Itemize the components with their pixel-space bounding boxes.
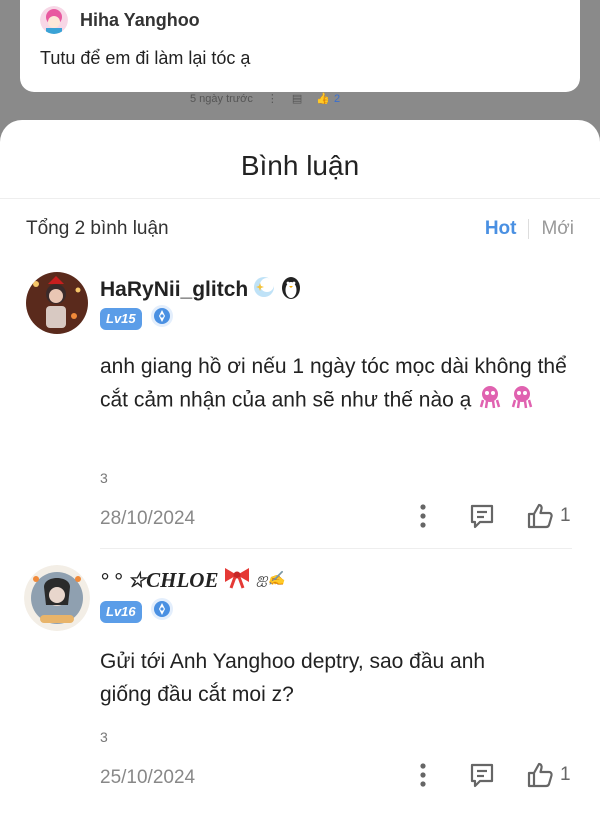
background-page: Hiha Yanghoo Tutu để em đi làm lại tóc ạ… [0,0,600,140]
comment-text: Gửi tới Anh Yanghoo deptry, sao đầu anh … [100,650,486,706]
comment-badges: Lv15 [100,304,174,333]
bow-icon [222,565,252,595]
comment-date: 25/10/2024 [100,767,196,788]
like-count: 1 [560,764,571,785]
level-badge: Lv15 [100,307,142,330]
name-suffix: ஐ✍ [256,572,286,587]
avatar[interactable] [40,6,68,34]
comment-total: Tổng 2 bình luận [26,218,169,239]
comment-count: 3 [100,470,108,486]
background-comment-card: Hiha Yanghoo Tutu để em đi làm lại tóc ạ [20,0,580,92]
background-time: 5 ngày trước [190,92,253,105]
thumbs-up-icon [527,762,553,788]
comment-text: anh giang hồ ơi nếu 1 ngày tóc mọc dài k… [100,350,580,419]
comment-username[interactable]: HaRyNii_glitch [100,274,302,306]
divider [0,198,600,199]
avatar[interactable] [26,272,88,334]
more-icon[interactable]: ⋮ [267,92,278,105]
thumbs-up-icon [527,503,553,529]
background-comment-text: Tutu để em đi làm lại tóc ạ [40,48,251,68]
penguin-icon [280,274,302,306]
octopus-emoji-icon [509,383,535,419]
username-text[interactable]: ° ° ☆CHLOE [100,568,218,593]
reply-icon[interactable] [468,502,496,530]
divider [528,219,530,239]
sort-tabs: Hot Mới [485,218,574,240]
comment-date: 28/10/2024 [100,508,196,529]
avatar[interactable] [24,565,90,631]
comments-sheet: Bình luận Tổng 2 bình luận Hot Mới HaRyN… [0,120,600,820]
background-like-count: 2 [334,92,341,105]
tab-new[interactable]: Mới [541,218,574,240]
divider [100,548,572,549]
like-button[interactable]: 1 [526,502,571,530]
background-author: Hiha Yanghoo [40,6,200,34]
background-author-name[interactable]: Hiha Yanghoo [80,10,200,31]
verified-icon [150,597,174,626]
sheet-title: Bình luận [240,150,360,181]
comment-actions: 1 [410,761,571,789]
thumbs-up-icon: 👍 [316,93,330,105]
comment-badges: Lv16 [100,597,174,626]
background-meta: 5 ngày trước ⋮ ▤ 👍 2 [190,92,341,106]
comment-icon[interactable]: ▤ [292,92,302,105]
tab-hot[interactable]: Hot [485,218,517,240]
reply-icon[interactable] [468,761,496,789]
level-badge: Lv16 [100,600,142,623]
more-options-icon[interactable] [410,503,436,529]
background-like[interactable]: 👍 2 [316,92,341,106]
octopus-emoji-icon [477,383,503,419]
comment-count: 3 [100,729,108,745]
like-button[interactable]: 1 [526,761,571,789]
verified-icon [150,304,174,333]
comment-actions: 1 [410,502,571,530]
sparkle-moon-icon [252,275,276,305]
more-options-icon[interactable] [410,762,436,788]
username-text[interactable]: HaRyNii_glitch [100,278,248,302]
comment-username[interactable]: ° ° ☆CHLOE ஐ✍ [100,565,285,595]
like-count: 1 [560,505,571,526]
